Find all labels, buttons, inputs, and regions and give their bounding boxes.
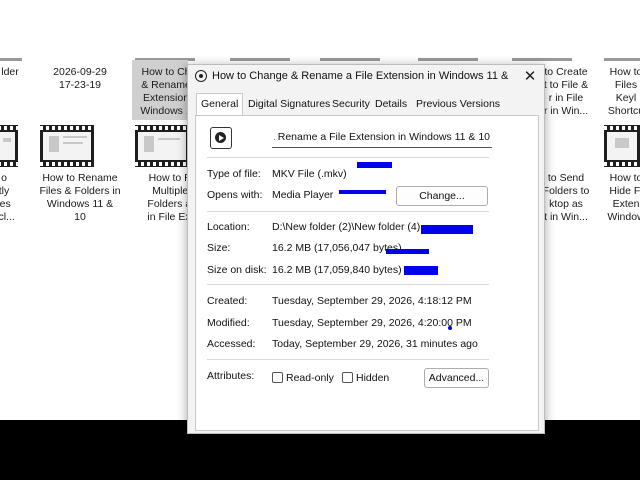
modified-value: Tuesday, September 29, 2026, 4:20:00 PM	[272, 317, 472, 329]
read-only-label[interactable]: Read-only	[286, 372, 334, 384]
redaction-mark	[421, 225, 473, 234]
hidden-checkbox[interactable]	[342, 372, 353, 383]
divider	[207, 284, 489, 285]
location-label: Location:	[207, 221, 250, 233]
tab-previous-versions[interactable]: Previous Versions	[412, 95, 504, 114]
divider	[207, 359, 489, 360]
video-thumbnail[interactable]	[604, 125, 640, 167]
close-button[interactable]: ✕	[520, 67, 540, 87]
read-only-checkbox[interactable]	[272, 372, 283, 383]
screen: lder 2026-09-29 17-23-19 How to Ch & Ren…	[0, 0, 640, 480]
tile-caption: How to Hide Fi Exten Window	[607, 172, 640, 223]
size-value: 16.2 MB (17,056,047 bytes)	[272, 242, 402, 254]
advanced-button[interactable]: Advanced...	[424, 368, 489, 388]
redaction-mark	[448, 326, 452, 330]
video-thumbnail[interactable]	[40, 125, 94, 167]
opens-with-value: Media Player	[272, 189, 334, 201]
tab-security[interactable]: Security	[328, 95, 374, 114]
opens-with-label: Opens with:	[207, 189, 263, 201]
video-thumbnail[interactable]	[135, 125, 189, 167]
accessed-label: Accessed:	[207, 338, 256, 350]
size-on-disk-value: 16.2 MB (17,059,840 bytes)	[272, 264, 402, 276]
created-label: Created:	[207, 295, 248, 307]
created-value: Tuesday, September 29, 2026, 4:18:12 PM	[272, 295, 472, 307]
size-label: Size:	[207, 242, 231, 254]
attributes-label: Attributes:	[207, 370, 255, 382]
video-file-icon	[210, 127, 232, 149]
tile-caption: 2026-09-29 17-23-19	[53, 66, 107, 91]
redaction-mark	[386, 249, 429, 254]
tile-top-edge	[0, 58, 22, 61]
tile-top-edge	[230, 58, 290, 61]
tab-digital-signatures[interactable]: Digital Signatures	[244, 95, 334, 114]
change-button[interactable]: Change...	[396, 186, 488, 206]
redaction-mark	[404, 266, 438, 275]
video-thumbnail[interactable]	[0, 125, 18, 167]
size-on-disk-label: Size on disk:	[207, 264, 267, 276]
location-value: D:\New folder (2)\New folder (4)	[272, 221, 421, 233]
modified-label: Modified:	[207, 317, 250, 329]
file-properties-dialog: How to Change & Rename a File Extension …	[187, 64, 545, 434]
tab-general[interactable]: General	[196, 93, 244, 116]
accessed-value: Today, September 29, 2026, 31 minutes ag…	[272, 338, 478, 350]
tile-caption: How to Rename Files & Folders in Windows…	[39, 172, 121, 223]
tab-details[interactable]: Details	[371, 95, 411, 114]
redaction-mark	[357, 162, 392, 168]
type-of-file-label: Type of file:	[207, 168, 261, 180]
tile-caption: How to Files Keyl Shortcu	[607, 66, 640, 117]
tile-top-edge	[320, 58, 380, 61]
tile-top-edge	[418, 58, 478, 61]
file-name-field[interactable]	[272, 126, 492, 148]
dialog-titlebar[interactable]: How to Change & Rename a File Extension …	[188, 65, 544, 89]
tile-top-edge	[512, 58, 572, 61]
type-of-file-value: MKV File (.mkv)	[272, 168, 347, 180]
divider	[207, 211, 489, 212]
redaction-mark	[339, 190, 386, 194]
divider	[207, 157, 489, 158]
dialog-title: How to Change & Rename a File Extension …	[212, 70, 512, 82]
hidden-label[interactable]: Hidden	[356, 372, 389, 384]
tile-top-edge	[604, 58, 640, 61]
general-tab-panel: Type of file: MKV File (.mkv) Opens with…	[195, 115, 539, 431]
media-file-icon	[195, 70, 207, 82]
